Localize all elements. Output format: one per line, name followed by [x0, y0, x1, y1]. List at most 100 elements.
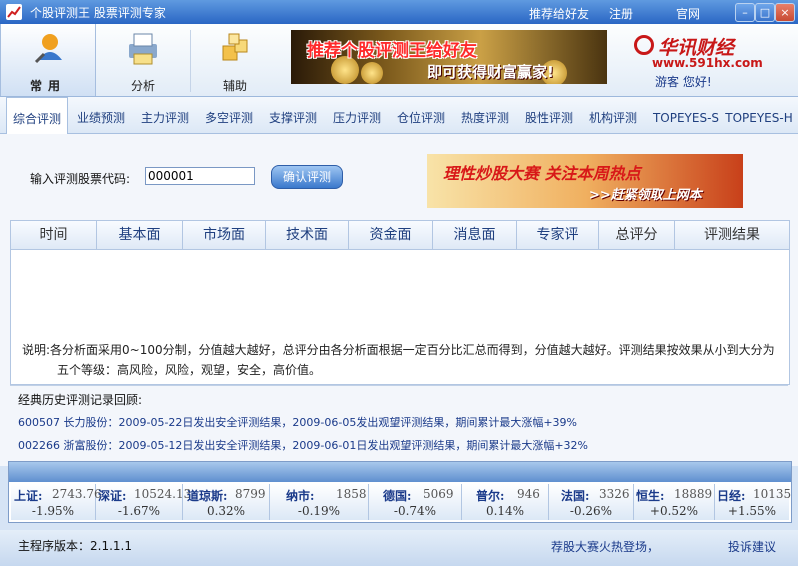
index-value: 8799 [235, 487, 266, 501]
contest-promo-link[interactable]: 荐股大赛火热登场， [551, 538, 659, 555]
col-fundamental[interactable]: 基本面 [97, 221, 183, 249]
index-change: -1.67% [117, 504, 161, 518]
index-change: -0.74% [393, 504, 437, 518]
status-bar: 主程序版本：2.1.1.1 荐股大赛火热登场， 投诉建议 [0, 530, 798, 566]
register-link[interactable]: 注册 [609, 5, 633, 22]
index-value: 1858 [336, 487, 367, 501]
toolbar-aux-button[interactable]: 辅助 [188, 24, 282, 96]
toolbar-aux-label: 辅助 [222, 79, 247, 93]
printer-report-icon [125, 30, 161, 66]
index-cell-nikkei[interactable]: 日经: 10135 +1.55% [715, 484, 791, 520]
index-value: 946 [517, 487, 540, 501]
index-value: 18889 [674, 487, 713, 501]
promo-banner-contest-line1: 理性炒股大赛 关注本周热点 [443, 164, 641, 183]
index-cell-shanghai[interactable]: 上证: 2743.76 -1.95% [11, 484, 102, 520]
promo-banner-contest[interactable]: 理性炒股大赛 关注本周热点 >>赶紧领取上网本 [427, 154, 743, 208]
index-value: 3326 [599, 487, 630, 501]
index-name: 上证: [14, 489, 43, 503]
title-bar: 个股评测王 股票评测专家 推荐给好友 注册 官网 – □ × [0, 0, 798, 24]
feedback-link[interactable]: 投诉建议 [728, 538, 776, 555]
index-cell-sp[interactable]: 普尔: 946 0.14% [462, 484, 549, 520]
index-cell-shenzhen[interactable]: 深证: 10524.13 -1.67% [96, 484, 191, 520]
toolbar-common-button[interactable]: 常用 [0, 24, 96, 96]
official-site-link[interactable]: 官网 [676, 5, 700, 22]
maximize-button[interactable]: □ [755, 3, 775, 22]
evaluation-table-header: 时间 基本面 市场面 技术面 资金面 消息面 专家评 总评分 评测结果 [11, 221, 789, 250]
index-change: -0.19% [297, 504, 341, 518]
close-button[interactable]: × [775, 3, 795, 22]
scoring-note: 说明:各分析面采用0~100分制，分值越大越好，总评分由各分析面根据一定百分比汇… [22, 340, 782, 380]
col-time[interactable]: 时间 [11, 221, 97, 249]
magnifier-person-icon [30, 30, 66, 66]
tab-main-force[interactable]: 主力评测 [134, 97, 196, 133]
brand-mark-icon [634, 35, 654, 55]
toolbar-common-label: 常用 [29, 79, 66, 93]
index-cell-france[interactable]: 法国: 3326 -0.26% [549, 484, 634, 520]
index-change: -0.26% [569, 504, 613, 518]
confirm-evaluate-button[interactable]: 确认评测 [271, 165, 343, 189]
col-technical[interactable]: 技术面 [266, 221, 349, 249]
index-name: 深证: [98, 489, 127, 503]
tab-institution[interactable]: 机构评测 [582, 97, 644, 133]
promo-banner-top[interactable]: 推荐个股评测王给好友 即可获得财富赢家! [291, 30, 607, 84]
section-divider [10, 385, 788, 386]
col-expert[interactable]: 专家评 [517, 221, 599, 249]
index-name: 纳市: [286, 489, 315, 503]
recommend-friend-link[interactable]: 推荐给好友 [529, 5, 589, 22]
col-total-score[interactable]: 总评分 [599, 221, 675, 249]
scoring-note-line1: 说明:各分析面采用0~100分制，分值越大越好，总评分由各分析面根据一定百分比汇… [22, 343, 775, 357]
promo-banner-top-line1: 推荐个股评测王给好友 [307, 41, 477, 61]
index-change: -1.95% [31, 504, 75, 518]
history-row[interactable]: 600507 长力股份：2009-05-22日发出安全评测结果，2009-06-… [18, 414, 577, 430]
index-cell-hang-seng[interactable]: 恒生: 18889 +0.52% [634, 484, 715, 520]
index-cell-dow-jones[interactable]: 道琼斯: 8799 0.32% [183, 484, 270, 520]
evaluation-tabs: 综合评测 业绩预测 主力评测 多空评测 支撑评测 压力评测 仓位评测 热度评测 … [0, 97, 798, 134]
tab-long-short[interactable]: 多空评测 [198, 97, 260, 133]
index-name: 普尔: [476, 489, 505, 503]
index-cell-germany[interactable]: 德国: 5069 -0.74% [369, 484, 462, 520]
ticker-cells: 上证: 2743.76 -1.95% 深证: 10524.13 -1.67% 道… [11, 484, 791, 520]
col-market[interactable]: 市场面 [183, 221, 266, 249]
minimize-icon: – [742, 6, 748, 19]
index-name: 道琼斯: [187, 489, 228, 503]
col-news[interactable]: 消息面 [433, 221, 517, 249]
index-ticker: 上证: 2743.76 -1.95% 深证: 10524.13 -1.67% 道… [8, 461, 792, 523]
index-value: 2743.76 [52, 487, 102, 501]
index-change: 0.14% [485, 504, 525, 518]
cubes-icon [217, 30, 253, 66]
promo-banner-contest-line2: >>赶紧领取上网本 [589, 188, 702, 203]
tab-stock-character[interactable]: 股性评测 [518, 97, 580, 133]
index-change: 0.32% [206, 504, 246, 518]
tab-topeyes-s[interactable]: TOPEYES-S [650, 97, 722, 133]
index-change: +0.52% [649, 504, 699, 518]
index-cell-nasdaq[interactable]: 纳市: 1858 -0.19% [270, 484, 369, 520]
index-change: +1.55% [727, 504, 777, 518]
index-name: 日经: [717, 489, 746, 503]
tab-overall[interactable]: 综合评测 [6, 97, 68, 134]
index-name: 法国: [561, 489, 590, 503]
minimize-button[interactable]: – [735, 3, 755, 22]
toolbar-analysis-label: 分析 [130, 79, 155, 93]
toolbar-analysis-button[interactable]: 分析 [96, 24, 190, 96]
tab-popularity[interactable]: 热度评测 [454, 97, 516, 133]
close-icon: × [780, 6, 790, 19]
main-panel: 输入评测股票代码: 确认评测 理性炒股大赛 关注本周热点 >>赶紧领取上网本 时… [0, 134, 798, 466]
tab-earnings-forecast[interactable]: 业绩预测 [70, 97, 132, 133]
index-value: 5069 [423, 487, 454, 501]
col-result[interactable]: 评测结果 [675, 221, 789, 249]
tab-position[interactable]: 仓位评测 [390, 97, 452, 133]
stock-code-input[interactable] [145, 167, 255, 185]
tab-pressure[interactable]: 压力评测 [326, 97, 388, 133]
app-logo-icon [6, 4, 22, 20]
col-capital[interactable]: 资金面 [349, 221, 433, 249]
tab-topeyes-h[interactable]: TOPEYES-H [724, 97, 794, 133]
scoring-note-line2: 五个等级：高风险，风险，观望，安全，高价值。 [57, 363, 322, 377]
ticker-header-bar [9, 462, 791, 482]
history-row[interactable]: 002266 浙富股份：2009-05-12日发出安全评测结果，2009-06-… [18, 437, 588, 453]
maximize-icon: □ [759, 6, 771, 19]
tab-support[interactable]: 支撑评测 [262, 97, 324, 133]
program-version: 主程序版本：2.1.1.1 [18, 539, 132, 553]
main-toolbar: 常用 分析 辅助 推荐个股评测王给好友 即可获得财富赢家! 华讯财经 www.5… [0, 24, 798, 97]
stock-code-label: 输入评测股票代码: [30, 172, 131, 186]
guest-greeting: 游客 您好! [655, 75, 712, 89]
